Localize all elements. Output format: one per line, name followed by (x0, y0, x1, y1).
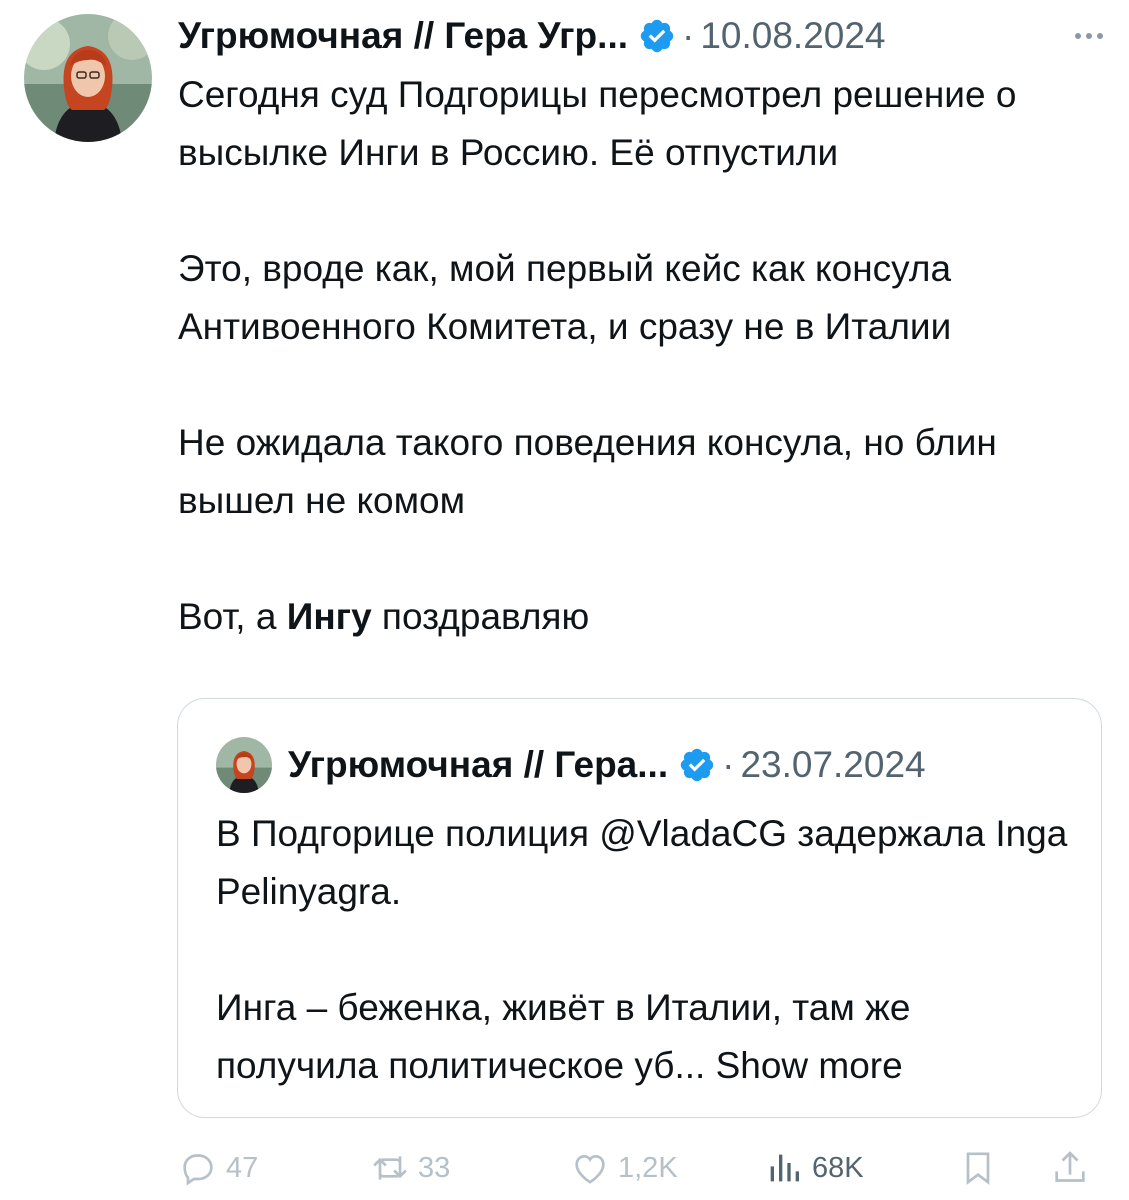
views-count: 68K (812, 1151, 864, 1184)
quoted-tweet-header: Угрюмочная // Гера... · 23.07.2024 (216, 737, 1081, 793)
tweet-paragraph: Не ожидала такого поведения консула, но … (178, 422, 997, 521)
quoted-tweet-card[interactable]: Угрюмочная // Гера... · 23.07.2024 В Под… (177, 698, 1102, 1118)
tweet-paragraph: Это, вроде как, мой первый кейс как конс… (178, 248, 952, 347)
like-count: 1,2K (618, 1151, 678, 1184)
author-avatar[interactable] (24, 14, 152, 142)
reply-button[interactable]: 47 (178, 1142, 258, 1194)
author-name[interactable]: Угрюмочная // Гера Угр... (178, 15, 628, 57)
reply-count: 47 (226, 1151, 259, 1184)
share-button[interactable] (1050, 1142, 1090, 1194)
tweet-action-bar: 47 33 1,2K 68K (178, 1142, 1098, 1194)
text-fragment: поздравляю (371, 596, 590, 637)
text-fragment: Вот, а (178, 596, 287, 637)
bookmark-icon (958, 1148, 998, 1188)
quoted-paragraph: В Подгорице полиция @VladaCG задержала I… (216, 805, 1076, 921)
views-button[interactable]: 68K (764, 1142, 864, 1194)
quoted-paragraph: Инга – беженка, живёт в Италии, там же п… (216, 979, 1076, 1095)
more-options-icon[interactable] (1075, 33, 1107, 39)
mention-link[interactable]: @VladaCG (599, 813, 787, 854)
bold-name: Ингу (286, 596, 372, 637)
verified-badge-icon[interactable] (678, 746, 716, 784)
repost-icon (370, 1148, 410, 1188)
tweet-paragraph: Сегодня суд Подгорицы пересмотрел решени… (178, 74, 1017, 173)
quoted-author-name[interactable]: Угрюмочная // Гера... (288, 744, 668, 786)
repost-count: 33 (418, 1151, 451, 1184)
tweet-body: Сегодня суд Подгорицы пересмотрел решени… (178, 66, 1108, 646)
quoted-tweet-date[interactable]: 23.07.2024 (740, 744, 925, 786)
like-button[interactable]: 1,2K (570, 1142, 678, 1194)
views-icon (764, 1148, 804, 1188)
reply-icon (178, 1148, 218, 1188)
bookmark-button[interactable] (958, 1142, 998, 1194)
show-more-link[interactable]: Show more (716, 1045, 903, 1086)
tweet-header: Угрюмочная // Гера Угр... · 10.08.2024 (178, 12, 1107, 60)
like-icon (570, 1148, 610, 1188)
tweet-date[interactable]: 10.08.2024 (700, 15, 885, 57)
text-fragment: В Подгорице полиция (216, 813, 600, 854)
verified-badge-icon[interactable] (638, 17, 676, 55)
repost-button[interactable]: 33 (370, 1142, 450, 1194)
quoted-tweet-body: В Подгорице полиция @VladaCG задержала I… (216, 805, 1076, 1095)
tweet-paragraph: Вот, а Ингу поздравляю (178, 588, 1108, 646)
share-icon (1050, 1148, 1090, 1188)
quoted-author-avatar[interactable] (216, 737, 272, 793)
separator-dot: · (682, 15, 695, 56)
separator-dot: · (722, 744, 735, 785)
